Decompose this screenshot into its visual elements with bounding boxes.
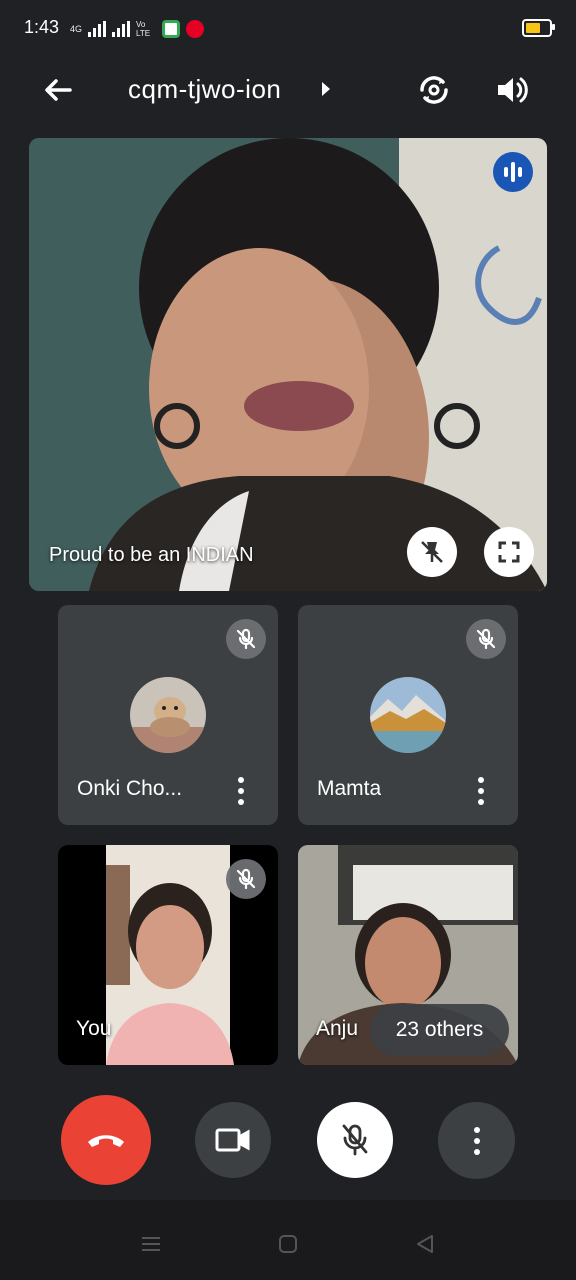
participant-name: Mamta — [317, 777, 382, 800]
avatar — [370, 677, 446, 753]
pinterest-icon — [186, 20, 205, 38]
participant-tile-mamta[interactable]: Mamta — [298, 605, 518, 825]
camera-toggle-button[interactable] — [195, 1102, 271, 1178]
participant-name: You — [76, 1017, 112, 1040]
avatar — [130, 677, 206, 753]
system-nav-bar — [0, 1200, 576, 1280]
status-bar: 1:43 4G Vo LTE — [0, 0, 576, 60]
participant-name: Onki Cho... — [77, 777, 183, 800]
status-time: 1:43 — [24, 17, 60, 37]
volte-label: Vo LTE — [136, 20, 151, 38]
back-nav-icon[interactable] — [405, 1224, 445, 1264]
call-controls — [0, 1095, 576, 1185]
speaking-indicator-icon — [493, 152, 533, 192]
participant-tile-onki[interactable]: Onki Cho... — [58, 605, 278, 825]
home-icon[interactable] — [268, 1224, 308, 1264]
back-icon[interactable] — [40, 72, 76, 108]
signal-icon-2 — [112, 21, 131, 37]
others-count-pill[interactable]: 23 others — [370, 1004, 509, 1056]
mic-off-icon — [226, 859, 266, 899]
mic-off-icon — [226, 619, 266, 659]
participant-tile-self[interactable]: You — [58, 845, 278, 1065]
end-call-button[interactable] — [61, 1095, 151, 1185]
more-vert-icon[interactable] — [226, 771, 256, 811]
call-header: cqm-tjwo-ion — [0, 60, 576, 120]
meeting-code[interactable]: cqm-tjwo-ion — [128, 74, 281, 105]
speaker-icon[interactable] — [492, 70, 532, 110]
unpin-button[interactable] — [407, 527, 457, 577]
participant-video-feed — [29, 138, 547, 591]
phone-hangup-icon — [88, 1135, 124, 1147]
menu-icon[interactable] — [131, 1224, 171, 1264]
status-icons: 4G Vo LTE — [70, 18, 205, 40]
meet-app-icon — [162, 20, 181, 38]
network-type-label: 4G — [70, 24, 83, 34]
signal-icon — [88, 21, 107, 37]
mic-toggle-button[interactable] — [317, 1102, 393, 1178]
pinned-participant-tile[interactable]: Proud to be an INDIAN — [29, 138, 547, 591]
participant-name: Anju — [316, 1017, 359, 1040]
battery-icon — [522, 19, 555, 37]
switch-camera-icon[interactable] — [414, 70, 454, 110]
pinned-participant-name: Proud to be an INDIAN — [49, 544, 254, 566]
fullscreen-button[interactable] — [484, 527, 534, 577]
caret-right-icon[interactable] — [322, 82, 330, 96]
mic-off-icon — [342, 1124, 368, 1156]
fullscreen-icon — [498, 541, 520, 563]
mic-off-icon — [466, 619, 506, 659]
unpin-icon — [421, 541, 443, 563]
more-options-button[interactable] — [438, 1102, 515, 1179]
more-vert-icon[interactable] — [466, 771, 496, 811]
video-camera-icon — [215, 1128, 250, 1152]
